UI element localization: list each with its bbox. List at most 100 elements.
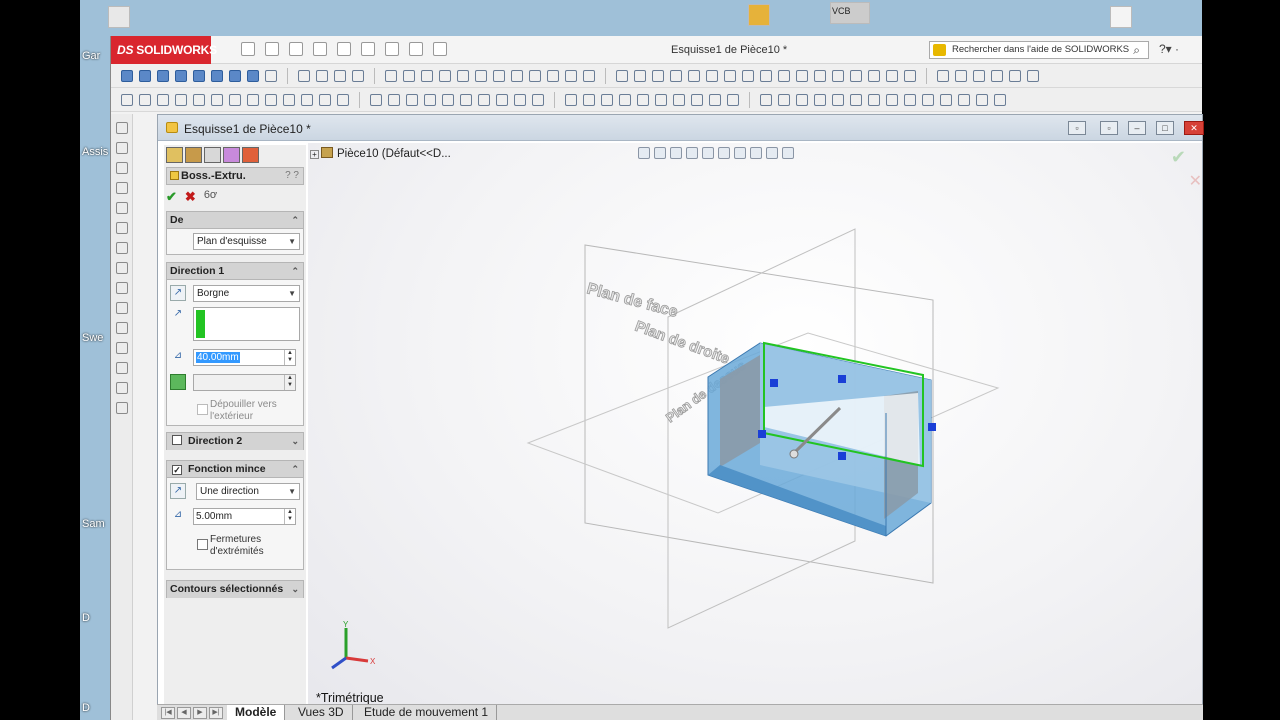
section-properties-icon[interactable] [814,93,826,106]
rail-more-icon[interactable] [116,402,128,414]
depth-input[interactable]: 40.00mm ▲ ▼ [193,349,296,366]
rebuild-icon[interactable] [385,42,399,56]
display-style-icon[interactable] [1027,69,1039,82]
rail-extrude-icon[interactable] [116,202,128,214]
intersect-icon[interactable] [424,93,436,106]
dimension-handle[interactable] [928,423,936,431]
desktop-app-icon[interactable] [748,4,770,26]
section-view-icon[interactable] [991,69,1003,82]
circular-pattern-icon[interactable] [814,69,826,82]
magnifier-icon[interactable]: ⌕ [1133,42,1140,58]
feature-manager-tab[interactable] [166,147,183,163]
help-icon[interactable]: ?▾ · [1159,42,1179,56]
ellipse-icon[interactable] [529,69,541,82]
select-tool-icon[interactable] [298,69,310,82]
projected-curve-icon[interactable] [673,93,685,106]
line-icon[interactable] [385,69,397,82]
rail-relations-icon[interactable] [116,162,128,174]
options-icon[interactable] [433,42,447,56]
helix-icon[interactable] [691,93,703,106]
from-select[interactable]: Plan d'esquisse ▼ [193,233,300,250]
tab-model[interactable]: Modèle [227,705,286,720]
spline-icon[interactable] [511,69,523,82]
sketch-pattern-icon[interactable] [514,93,526,106]
parabola-icon[interactable] [547,69,559,82]
rail-surface-icon[interactable] [116,382,128,394]
last-tab-icon[interactable]: ▶| [209,707,223,719]
circular-pattern-feature-icon[interactable] [478,93,490,106]
reverse-direction-icon[interactable]: ↗ [170,285,186,301]
dome-icon[interactable] [388,93,400,106]
view-top-icon[interactable] [193,69,205,82]
move-icon[interactable] [724,69,736,82]
hole-wizard-icon[interactable] [370,93,382,106]
from-section-header[interactable]: De ⌃ [167,212,303,229]
chamfer-icon[interactable] [283,93,295,106]
fillet-feature-icon[interactable] [265,93,277,106]
geometry-analysis-icon[interactable] [850,93,862,106]
zoom-fit-icon[interactable] [937,69,949,82]
perimeter-circle-icon[interactable] [457,69,469,82]
parting-line-analysis-icon[interactable] [904,93,916,106]
reference-point-icon[interactable] [619,93,631,106]
check-icon[interactable] [832,93,844,106]
select-icon[interactable] [361,42,375,56]
view-front-icon[interactable] [121,69,133,82]
arc-icon[interactable] [475,69,487,82]
mirror-feature-icon[interactable] [442,93,454,106]
view-orientation-icon[interactable] [1009,69,1021,82]
expand-icon[interactable]: ⌄ [291,581,299,597]
rail-weld-icon[interactable] [116,322,128,334]
dimension-handle[interactable] [770,379,778,387]
relations-icon[interactable] [832,69,844,82]
rail-measure-icon[interactable] [116,302,128,314]
selected-contours-header[interactable]: Contours sélectionnés ⌄ [167,581,303,598]
direction2-section-header[interactable]: Direction 2 ⌄ [167,433,303,450]
zebra-stripes-icon[interactable] [958,93,970,106]
curve-through-points-icon[interactable] [727,93,739,106]
direction-reference-box[interactable] [193,307,300,341]
rib-icon[interactable] [301,93,313,106]
cascade-button[interactable]: ▫ [1100,121,1118,135]
dimension-handle[interactable] [838,452,846,460]
sketch-icon[interactable] [334,69,346,82]
swept-cut-icon[interactable] [229,93,241,106]
cancel-button[interactable]: ✖ [185,189,196,205]
close-button[interactable]: ✕ [1184,121,1204,135]
direction2-checkbox[interactable] [172,435,182,445]
quick-snaps-icon[interactable] [868,69,880,82]
next-tab-icon[interactable]: ▶ [193,707,207,719]
display-manager-tab[interactable] [242,147,259,163]
repair-icon[interactable] [850,69,862,82]
text-icon[interactable] [634,69,646,82]
thickness-input[interactable]: 5.00mm ▲ ▼ [193,508,296,525]
print-icon[interactable] [313,42,327,56]
scale-icon[interactable] [760,69,772,82]
spin-arrows-icon[interactable]: ▲ ▼ [284,509,295,524]
lofted-cut-icon[interactable] [247,93,259,106]
thin-feature-checkbox[interactable]: ✓ [172,465,182,475]
deviation-analysis-icon[interactable] [976,93,988,106]
rail-revolve-icon[interactable] [116,222,128,234]
shaded-sketch-icon[interactable] [904,69,916,82]
point-icon[interactable] [583,69,595,82]
detailed-preview-icon[interactable]: 6ơ [204,189,217,205]
tab-motion-study[interactable]: Etude de mouvement 1 [356,705,498,720]
maximize-button[interactable]: □ [1156,121,1174,135]
zoom-area-icon[interactable] [955,69,967,82]
dimension-handle[interactable] [758,430,766,438]
open-icon[interactable] [265,42,279,56]
ok-button[interactable]: ✔ [166,189,177,205]
extend-icon[interactable] [670,69,682,82]
rail-sketch-icon[interactable] [116,122,128,134]
collapse-icon[interactable]: ⌃ [291,263,299,279]
previous-view-icon[interactable] [973,69,985,82]
tangent-arc-icon[interactable] [493,69,505,82]
linear-pattern-icon[interactable] [796,69,808,82]
composite-curve-icon[interactable] [709,93,721,106]
swept-boss-icon[interactable] [157,93,169,106]
cap-ends-checkbox[interactable] [197,539,208,550]
rail-sheetmetal-icon[interactable] [116,342,128,354]
circle-icon[interactable] [439,69,451,82]
linear-pattern-feature-icon[interactable] [460,93,472,106]
